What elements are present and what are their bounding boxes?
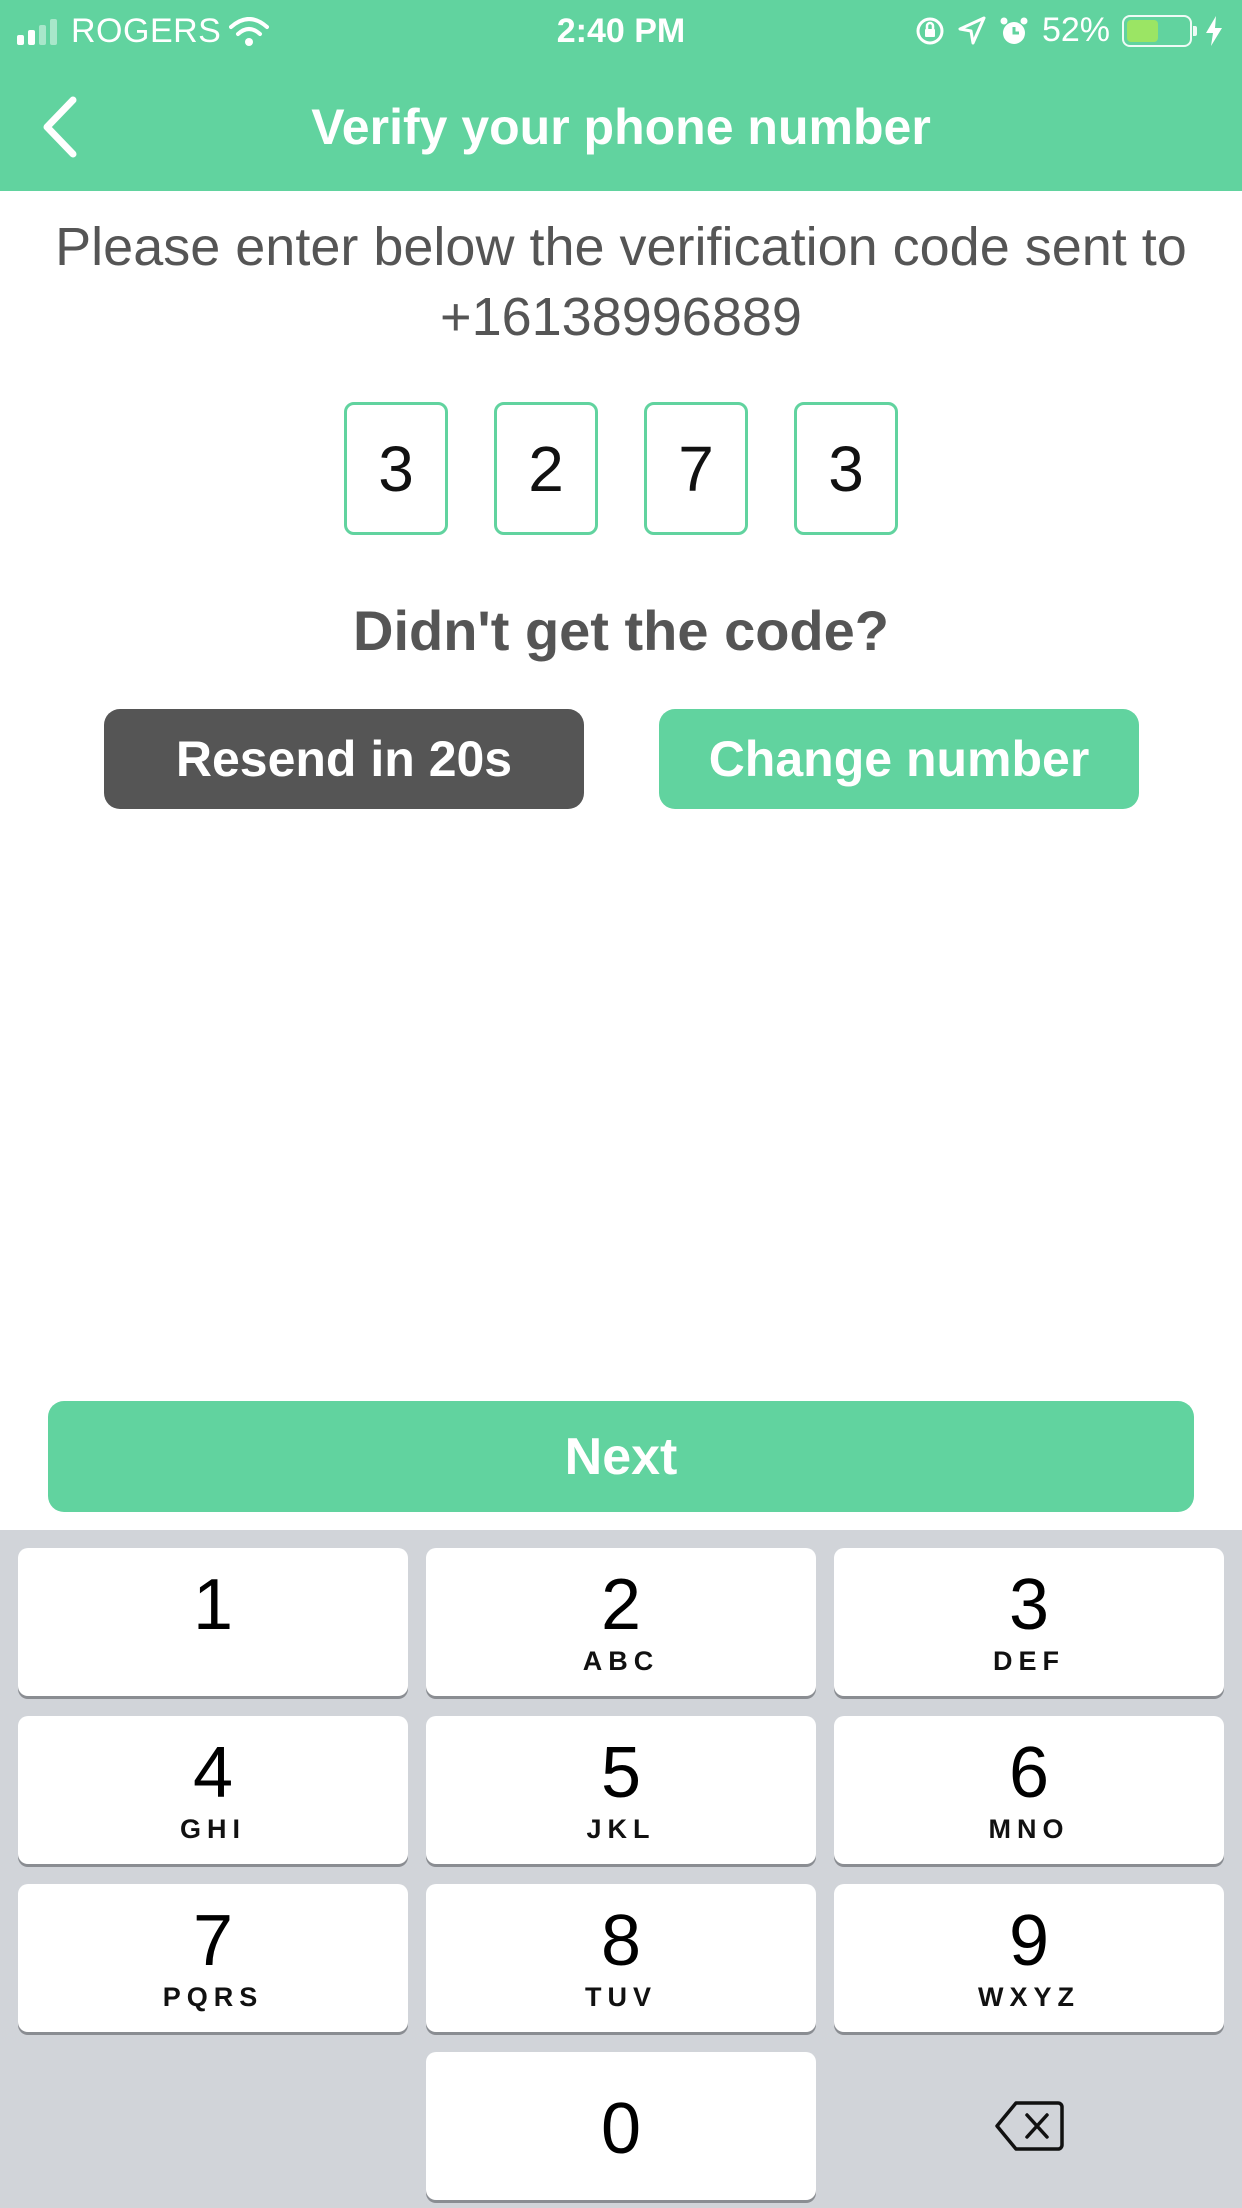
key-9[interactable]: 9 WXYZ — [834, 1884, 1224, 2032]
key-letters: JKL — [586, 1814, 656, 1844]
key-digit: 5 — [600, 1733, 642, 1813]
code-digit-3[interactable]: 7 — [644, 402, 748, 535]
resend-button[interactable]: Resend in 20s — [104, 709, 584, 809]
status-bar: ROGERS 2:40 PM 52% — [0, 0, 1242, 62]
key-6[interactable]: 6 MNO — [834, 1716, 1224, 1864]
key-letters: ABC — [582, 1646, 660, 1676]
battery-percent: 52% — [1041, 11, 1110, 49]
key-letters: PQRS — [162, 1982, 264, 2012]
orientation-lock-icon — [916, 17, 944, 44]
location-icon — [958, 16, 986, 44]
key-digit: 1 — [192, 1565, 234, 1645]
key-0[interactable]: 0 — [426, 2052, 816, 2200]
key-1[interactable]: 1 — [18, 1548, 408, 1696]
key-digit: 3 — [1008, 1565, 1050, 1645]
status-right: 52% — [914, 11, 1224, 50]
key-digit: 9 — [1008, 1901, 1050, 1981]
key-4[interactable]: 4 GHI — [18, 1716, 408, 1864]
key-7[interactable]: 7 PQRS — [18, 1884, 408, 2032]
backspace-key[interactable] — [834, 2052, 1224, 2200]
change-number-button[interactable]: Change number — [659, 709, 1139, 809]
key-digit: 2 — [600, 1565, 642, 1645]
key-digit: 4 — [192, 1733, 234, 1813]
charging-icon — [1206, 15, 1222, 46]
key-letters: TUV — [585, 1982, 657, 2012]
numeric-keypad: 1 2 ABC 3 DEF 4 GHI 5 JKL 6 MNO 7 PQRS 8… — [0, 1530, 1242, 2208]
key-digit: 6 — [1008, 1733, 1050, 1813]
app-header: ROGERS 2:40 PM 52% Verify your phone num… — [0, 0, 1242, 191]
key-letters: DEF — [993, 1646, 1065, 1676]
battery-icon — [1122, 14, 1197, 47]
nav-bar: Verify your phone number — [0, 62, 1242, 191]
key-2[interactable]: 2 ABC — [426, 1548, 816, 1696]
next-button[interactable]: Next — [48, 1401, 1194, 1512]
backspace-icon — [995, 2101, 1064, 2151]
key-digit: 7 — [192, 1901, 234, 1981]
code-input-row: 3 2 7 3 — [0, 402, 1242, 535]
alarm-icon — [1000, 17, 1028, 44]
key-8[interactable]: 8 TUV — [426, 1884, 816, 2032]
resend-prompt: Didn't get the code? — [353, 599, 889, 662]
key-5[interactable]: 5 JKL — [426, 1716, 816, 1864]
key-letters: MNO — [988, 1814, 1070, 1844]
instruction-text: Please enter below the verification code… — [55, 217, 1187, 347]
page-title: Verify your phone number — [311, 99, 931, 155]
key-letters: WXYZ — [978, 1982, 1080, 2012]
key-letters: GHI — [179, 1814, 246, 1844]
key-3[interactable]: 3 DEF — [834, 1548, 1224, 1696]
code-digit-1[interactable]: 3 — [344, 402, 448, 535]
key-digit: 0 — [600, 2089, 642, 2169]
code-digit-4[interactable]: 3 — [794, 402, 898, 535]
code-digit-2[interactable]: 2 — [494, 402, 598, 535]
key-digit: 8 — [600, 1901, 642, 1981]
